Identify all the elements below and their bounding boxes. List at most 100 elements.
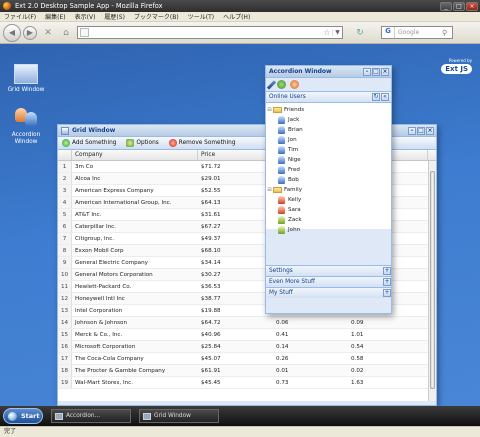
forward-button[interactable]: ▶ <box>23 25 37 40</box>
maximize-icon[interactable]: □ <box>417 126 425 135</box>
search-icon[interactable]: ⚲ <box>442 29 452 37</box>
table-row[interactable]: 17 The Coca-Cola Company $45.07 0.26 0.58 <box>58 353 436 365</box>
scrollbar-thumb[interactable] <box>430 171 435 389</box>
expand-icon[interactable]: + <box>383 267 391 275</box>
connect-icon[interactable] <box>266 79 277 90</box>
row-number-cell: 16 <box>58 341 72 352</box>
company-cell: Johnson & Johnson <box>75 320 128 326</box>
add-user-icon[interactable] <box>277 80 286 89</box>
row-number-cell: 10 <box>58 269 72 280</box>
menu-file[interactable]: ファイル(F) <box>4 12 36 21</box>
pct-change-cell: 0.58 <box>351 356 364 362</box>
accordion-window-shortcut[interactable]: Accordion Window <box>6 106 46 146</box>
online-users-panel-header[interactable]: Online Users ↻ « <box>266 92 391 103</box>
tree-user-node[interactable]: Kelly <box>266 195 391 205</box>
search-engine-icon[interactable]: G <box>382 27 395 38</box>
row-number-cell: 12 <box>58 293 72 304</box>
tree-user-node[interactable]: John <box>266 225 391 235</box>
back-button[interactable]: ◀ <box>3 23 21 42</box>
row-number-cell: 13 <box>58 305 72 316</box>
price-cell: $67.27 <box>201 224 221 230</box>
company-cell: American Express Company <box>75 188 154 194</box>
menu-edit[interactable]: 編集(E) <box>45 12 65 21</box>
stop-icon[interactable]: ✕ <box>42 27 54 39</box>
maximize-button[interactable]: □ <box>453 1 465 11</box>
panel-title: Online Users <box>269 94 306 100</box>
table-row[interactable]: 16 Microsoft Corporation $25.84 0.14 0.54 <box>58 341 436 353</box>
collapse-toggle-icon[interactable]: ⊟ <box>266 187 273 193</box>
column-header-price[interactable]: Price <box>198 150 273 160</box>
close-icon[interactable]: × <box>426 126 434 135</box>
accordion-window-header[interactable]: Accordion Window – □ × <box>266 66 391 78</box>
menu-bookmarks[interactable]: ブックマーク(B) <box>134 12 179 21</box>
tree-user-node[interactable]: Tim <box>266 145 391 155</box>
table-row[interactable]: 19 Wal-Mart Stores, Inc. $45.45 0.73 1.63 <box>58 377 436 389</box>
taskbar: Start Accordion... Grid Window <box>0 406 480 426</box>
company-cell: American International Group, Inc. <box>75 200 172 206</box>
reload-icon[interactable]: ↻ <box>353 26 367 40</box>
bookmark-star-icon[interactable]: ☆ <box>322 28 332 37</box>
table-row[interactable]: 14 Johnson & Johnson $64.72 0.06 0.09 <box>58 317 436 329</box>
tree-folder-family[interactable]: ⊟ Family <box>266 185 391 195</box>
start-button[interactable]: Start <box>3 408 43 424</box>
minimize-button[interactable]: _ <box>440 1 452 11</box>
taskbar-button-grid[interactable]: Grid Window <box>139 409 219 423</box>
home-icon[interactable]: ⌂ <box>60 27 72 39</box>
tree-user-node[interactable]: Nige <box>266 155 391 165</box>
table-row[interactable]: 15 Merck & Co., Inc. $40.96 0.41 1.01 <box>58 329 436 341</box>
add-something-button[interactable]: Add Something <box>62 139 116 147</box>
user-name: Bob <box>288 177 299 183</box>
tree-user-node[interactable]: Jon <box>266 135 391 145</box>
close-icon[interactable]: × <box>381 67 389 76</box>
even-more-stuff-panel-header[interactable]: Even More Stuff + <box>266 276 391 287</box>
tree-user-node[interactable]: Sara <box>266 205 391 215</box>
tree-user-node[interactable]: Bob <box>266 175 391 185</box>
expand-icon[interactable]: + <box>383 289 391 297</box>
maximize-icon[interactable]: □ <box>372 67 380 76</box>
close-button[interactable]: × <box>466 1 478 11</box>
collapse-toggle-icon[interactable]: ⊟ <box>266 107 273 113</box>
taskbar-button-accordion[interactable]: Accordion... <box>51 409 131 423</box>
browser-titlebar: Ext 2.0 Desktop Sample App - Mozilla Fir… <box>0 0 480 12</box>
folder-icon <box>273 187 282 193</box>
change-cell: 0.14 <box>276 344 289 350</box>
expand-icon[interactable]: + <box>383 278 391 286</box>
tree-user-node[interactable]: Brian <box>266 125 391 135</box>
change-cell: 0.06 <box>276 320 289 326</box>
menu-view[interactable]: 表示(V) <box>75 12 96 21</box>
collapse-icon[interactable]: « <box>381 93 389 101</box>
menu-tools[interactable]: ツール(T) <box>188 12 214 21</box>
vertical-scrollbar[interactable] <box>428 161 436 401</box>
options-button[interactable]: Options <box>126 139 159 147</box>
menu-help[interactable]: ヘルプ(H) <box>223 12 250 21</box>
remove-something-button[interactable]: Remove Something <box>168 139 236 147</box>
user-name: Jon <box>288 137 297 143</box>
row-number-cell: 5 <box>58 209 72 220</box>
table-row[interactable]: 18 The Procter & Gamble Company $61.91 0.01… <box>58 365 436 377</box>
grid-window-shortcut[interactable]: Grid Window <box>6 64 46 94</box>
tree-user-node[interactable]: Zack <box>266 215 391 225</box>
search-input[interactable]: Google <box>395 29 442 36</box>
company-cell: Alcoa Inc <box>75 176 101 182</box>
pct-change-cell: 0.54 <box>351 344 364 350</box>
refresh-icon[interactable]: ↻ <box>372 93 380 101</box>
user-group-icon[interactable] <box>290 80 299 89</box>
tree-folder-friends[interactable]: ⊟ Friends <box>266 105 391 115</box>
url-dropdown-icon[interactable]: ▼ <box>332 29 342 36</box>
search-box[interactable]: G Google ⚲ <box>381 26 453 39</box>
tree-user-node[interactable]: Fred <box>266 165 391 175</box>
tree-user-node[interactable]: Jack <box>266 115 391 125</box>
row-number-cell: 17 <box>58 353 72 364</box>
my-stuff-panel-header[interactable]: My Stuff + <box>266 287 391 298</box>
column-header-company[interactable]: Company <box>72 150 198 160</box>
add-icon <box>62 139 70 147</box>
minimize-icon[interactable]: – <box>408 126 416 135</box>
menu-history[interactable]: 履歴(S) <box>104 12 125 21</box>
minimize-icon[interactable]: – <box>363 67 371 76</box>
settings-panel-header[interactable]: Settings + <box>266 265 391 276</box>
accordion-window[interactable]: Accordion Window – □ × Online Users ↻ « … <box>265 65 392 314</box>
user-name: Nige <box>288 157 301 163</box>
desktop: Grid Window Accordion Window Powered by … <box>0 44 480 406</box>
url-input[interactable]: ☆ ▼ <box>77 26 343 39</box>
extjs-logo: Ext JS <box>441 64 472 74</box>
